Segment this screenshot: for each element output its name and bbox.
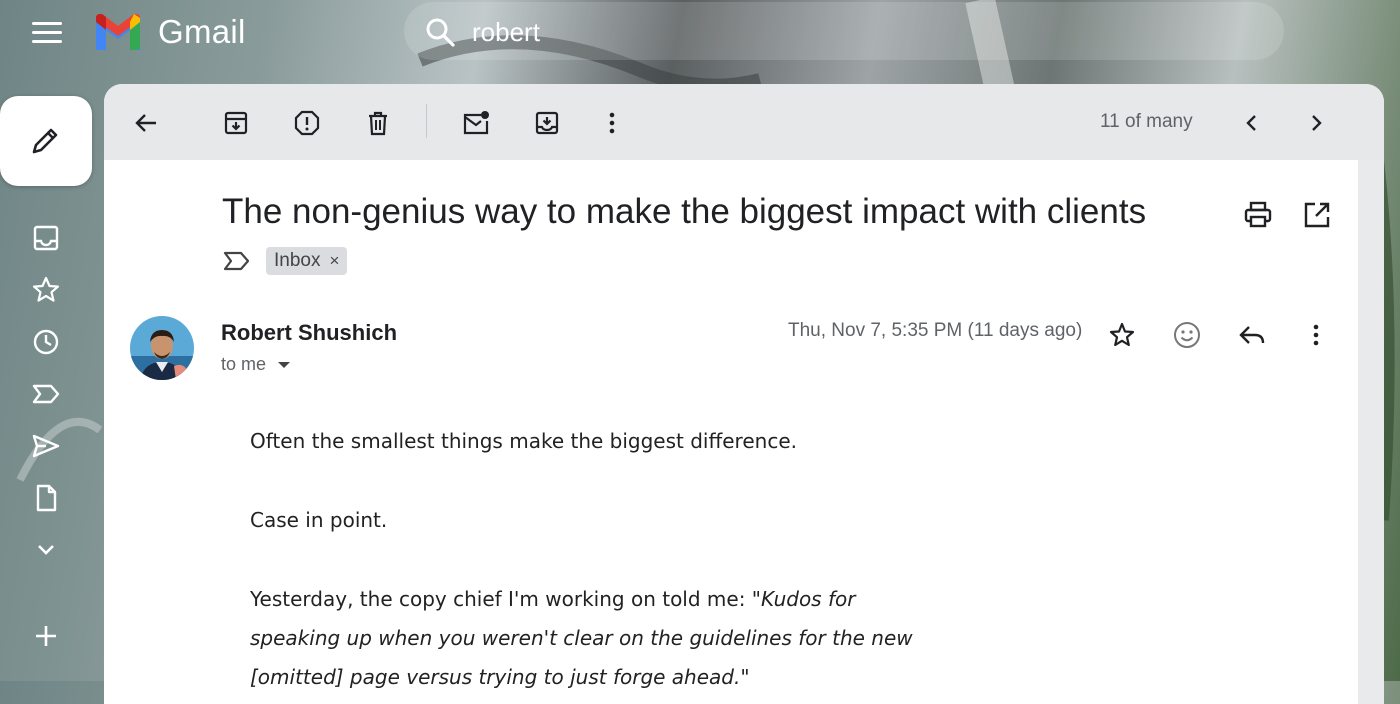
top-bar: Gmail <box>0 0 1400 64</box>
body-paragraph: Often the smallest things make the bigge… <box>250 429 797 453</box>
archive-icon <box>224 111 248 135</box>
remove-label-button[interactable]: × <box>329 251 339 271</box>
quote-line: [omitted] page versus trying to just for… <box>250 665 750 689</box>
message-toolbar: 11 of many <box>104 84 1384 160</box>
quote-intro: Yesterday, the copy chief I'm working on… <box>250 587 752 611</box>
body-paragraph-quote: Yesterday, the copy chief I'm working on… <box>250 580 970 697</box>
important-marker-icon[interactable] <box>222 246 252 276</box>
search-bar[interactable] <box>404 2 1284 60</box>
star-icon[interactable] <box>30 274 62 306</box>
clock-icon[interactable] <box>30 326 62 358</box>
important-icon[interactable] <box>30 378 62 410</box>
scrollbar[interactable] <box>1358 160 1384 704</box>
chevron-left-icon <box>1246 115 1256 131</box>
trash-icon <box>369 111 387 136</box>
plus-icon[interactable] <box>30 620 62 652</box>
search-icon[interactable] <box>424 16 456 48</box>
arrow-left-icon <box>135 114 156 132</box>
report-spam-button[interactable] <box>290 106 324 140</box>
avatar-photo <box>130 316 194 380</box>
move-to-icon <box>535 111 559 135</box>
compose-button[interactable] <box>0 96 92 186</box>
recipient-details-toggle[interactable]: to me <box>221 354 294 375</box>
gmail-wordmark: Gmail <box>158 13 246 50</box>
sender-avatar[interactable] <box>130 316 194 380</box>
email-date: Thu, Nov 7, 5:35 PM (11 days ago) <box>788 320 1083 341</box>
print-icon[interactable] <box>1242 200 1274 230</box>
more-vert-icon <box>1313 324 1319 346</box>
more-vert-icon <box>609 112 615 134</box>
star-button[interactable] <box>1105 318 1139 352</box>
send-icon[interactable] <box>30 430 62 462</box>
newer-button[interactable] <box>1235 106 1269 140</box>
message-counter: 11 of many <box>1100 111 1193 132</box>
label-text: Inbox <box>274 250 321 271</box>
quote-line: speaking up when you weren't clear on th… <box>250 626 913 650</box>
more-options-button[interactable] <box>595 106 629 140</box>
mark-unread-button[interactable] <box>459 106 493 140</box>
sender-name[interactable]: Robert Shushich <box>221 320 397 346</box>
inbox-label-chip: Inbox × <box>266 247 348 275</box>
draft-icon[interactable] <box>30 482 62 514</box>
inbox-icon[interactable] <box>30 222 62 254</box>
delete-button[interactable] <box>361 106 395 140</box>
menu-icon-bar <box>32 31 62 34</box>
reply-button[interactable] <box>1235 318 1269 352</box>
add-reaction-button[interactable] <box>1170 318 1204 352</box>
body-paragraph: Case in point. <box>250 508 388 532</box>
gmail-logo[interactable]: Gmail <box>92 12 246 52</box>
report-icon <box>294 110 320 136</box>
message-more-button[interactable] <box>1299 318 1333 352</box>
gmail-m-icon <box>96 14 140 50</box>
toolbar-divider <box>426 104 427 138</box>
search-input[interactable] <box>470 12 1074 52</box>
menu-icon-bar <box>32 40 62 43</box>
recipient-text: to me <box>221 354 267 374</box>
archive-button[interactable] <box>219 106 253 140</box>
left-navigation <box>0 64 104 681</box>
open-in-new-window-icon[interactable] <box>1302 200 1332 230</box>
mark-unread-icon <box>463 111 489 135</box>
pencil-icon <box>32 128 58 154</box>
message-panel: 11 of many The non-genius way to make th… <box>104 84 1384 704</box>
main-menu-button[interactable] <box>22 14 70 50</box>
email-body: Often the smallest things make the bigge… <box>250 422 970 704</box>
chevron-right-icon <box>1312 115 1322 131</box>
quote-line: "Kudos for <box>751 587 856 611</box>
back-button[interactable] <box>129 106 163 140</box>
email-subject: The non-genius way to make the biggest i… <box>222 192 1147 231</box>
emoji-icon <box>1174 322 1200 348</box>
chevron-down-icon[interactable] <box>30 534 62 566</box>
menu-icon-bar <box>32 22 62 25</box>
older-button[interactable] <box>1299 106 1333 140</box>
star-icon <box>1109 322 1135 347</box>
move-to-button[interactable] <box>530 106 564 140</box>
reply-icon <box>1239 326 1265 344</box>
caret-down-icon <box>278 361 291 368</box>
